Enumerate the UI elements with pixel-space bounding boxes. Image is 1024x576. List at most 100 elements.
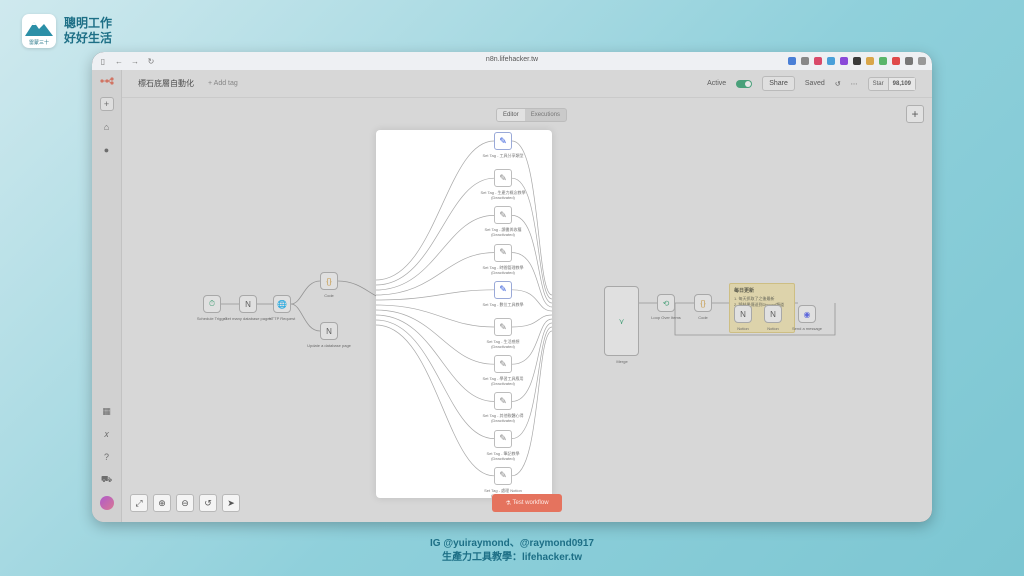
workflow-header: 標石底層自動化 + Add tag Active Share Saved ↺ ⋯…: [122, 70, 932, 98]
discord-node[interactable]: ◉: [798, 305, 816, 323]
variables-icon[interactable]: 𝑥: [100, 427, 114, 441]
cursor-icon[interactable]: ➤: [222, 494, 240, 512]
set-tag-title: Set Tag - 數位工具教學: [482, 301, 524, 307]
set-tag-node[interactable]: ✎: [494, 243, 512, 262]
set-tag-status: (Deactivated): [491, 344, 515, 349]
set-tag-label: Set Tag - 學習工具應用 (Deactivated): [473, 376, 533, 386]
set-tag-status: (Deactivated): [491, 269, 515, 275]
left-sidebar: + ⌂ ● ▦ 𝑥 ? ⛟: [92, 70, 122, 522]
test-workflow-button[interactable]: ⚗ Test workflow: [492, 494, 562, 512]
home-icon[interactable]: ⌂: [100, 120, 114, 134]
saved-label: Saved: [804, 80, 825, 87]
n8n-app: + ⌂ ● ▦ 𝑥 ? ⛟ 標石底層自動化 + Add tag Active S…: [92, 70, 932, 522]
sidebar-toggle-icon[interactable]: ▯: [98, 56, 108, 66]
brand-line-2: 好好生活: [64, 31, 113, 45]
brand-logo-text: 雷蒙三十: [28, 40, 49, 46]
add-icon[interactable]: +: [99, 97, 114, 111]
extension-icon[interactable]: [918, 57, 926, 65]
n8n-logo-icon[interactable]: [99, 74, 114, 88]
brand-line-1: 聰明工作: [64, 16, 113, 30]
http-request-label: HTTP Request: [268, 316, 296, 321]
extension-icon[interactable]: [788, 57, 796, 65]
flask-icon: ⚗: [505, 500, 513, 507]
set-tag-node[interactable]: ✎: [494, 206, 512, 225]
extension-icon[interactable]: [827, 57, 835, 65]
merge-node[interactable]: ⋎: [604, 286, 639, 356]
set-tag-label: Set Tag - 其他軟體心得 (Deactivated): [473, 413, 533, 423]
set-tag-node[interactable]: ✎: [494, 132, 512, 150]
more-icon[interactable]: ⋯: [851, 80, 858, 88]
extension-icon[interactable]: [840, 57, 848, 65]
extension-icon[interactable]: [801, 57, 809, 65]
set-tag-label: Set Tag - 數位工具教學: [473, 302, 533, 307]
history-icon[interactable]: ↺: [835, 80, 841, 88]
templates-icon[interactable]: ▦: [100, 404, 114, 418]
panel-connections: [376, 140, 552, 477]
code-label: Code: [324, 293, 334, 298]
set-tag-node[interactable]: ✎: [494, 169, 512, 188]
set-tag-node[interactable]: ✎: [494, 355, 512, 374]
back-icon[interactable]: ←: [114, 56, 124, 66]
set-tag-label: Set Tag - 筆記教學 (Deactivated): [473, 451, 533, 461]
test-workflow-label: Test workflow: [512, 500, 549, 506]
github-star-button[interactable]: Star 98,109: [867, 76, 916, 91]
extension-icon[interactable]: [905, 57, 913, 65]
workflow-title[interactable]: 標石底層自動化: [138, 78, 194, 89]
notion-node-b[interactable]: N: [764, 305, 782, 323]
set-tag-status: (Deactivated): [491, 455, 515, 461]
url-text[interactable]: n8n.lifehacker.tw: [486, 56, 538, 63]
schedule-trigger-node[interactable]: ⏱: [203, 295, 221, 313]
notion-update-node[interactable]: N: [320, 322, 338, 340]
extension-icon[interactable]: [866, 57, 874, 65]
star-count: 98,109: [887, 77, 915, 90]
fit-view-icon[interactable]: ⤢: [130, 494, 148, 512]
extension-icons: [788, 57, 926, 65]
set-tag-label: Set Tag - 讀書與收穫 (Deactivated): [473, 227, 533, 237]
extension-icon[interactable]: [892, 57, 900, 65]
loop-node[interactable]: ⟲: [657, 294, 675, 312]
extension-icon[interactable]: [814, 57, 822, 65]
set-tag-label: Set Tag - 生產力概念教學 (Deactivated): [473, 190, 533, 200]
reset-zoom-icon[interactable]: ↺: [199, 494, 217, 512]
active-toggle[interactable]: [736, 79, 753, 88]
set-tag-node[interactable]: ✎: [494, 280, 512, 299]
code-node-2[interactable]: {}: [694, 294, 712, 312]
code-node[interactable]: {}: [320, 272, 338, 290]
browser-window: ▯ ← → ↻ n8n.lifehacker.tw + ⌂ ● ▦ 𝑥 ? ⛟ …: [92, 52, 932, 522]
set-tag-node[interactable]: ✎: [494, 429, 512, 448]
set-tag-node[interactable]: ✎: [494, 318, 512, 336]
forward-icon[interactable]: →: [130, 56, 140, 66]
brand: 雷蒙三十 聰明工作 好好生活: [22, 14, 112, 48]
footer: IG @yuiraymond、@raymond0917 生產力工具教學：life…: [0, 537, 1024, 565]
active-label: Active: [707, 80, 727, 87]
set-tag-node[interactable]: ✎: [494, 466, 512, 485]
help-icon[interactable]: ?: [100, 450, 114, 464]
canvas-controls: ⤢ ⊕ ⊖ ↺ ➤: [130, 494, 240, 512]
notion-update-label: Update a database page: [307, 343, 351, 348]
set-tag-label: Set Tag - 時間管理教學 (Deactivated): [473, 265, 533, 275]
zoom-out-icon[interactable]: ⊖: [176, 494, 194, 512]
set-tag-node[interactable]: ✎: [494, 392, 512, 411]
extension-icon[interactable]: [853, 57, 861, 65]
set-tag-status: (Deactivated): [491, 195, 515, 201]
updates-icon[interactable]: ⛟: [100, 473, 114, 487]
extension-icon[interactable]: [879, 57, 887, 65]
footer-line-1: IG @yuiraymond、@raymond0917: [430, 538, 594, 549]
get-pages-node[interactable]: N: [239, 295, 257, 313]
add-tag-button[interactable]: + Add tag: [208, 80, 238, 87]
set-tag-label: Set Tag - 生活感想 (Deactivated): [473, 339, 533, 349]
avatar[interactable]: [99, 496, 114, 510]
code-2-label: Code: [698, 315, 708, 320]
user-icon[interactable]: ●: [100, 143, 114, 157]
set-tag-title: Set Tag - 工具分享類型: [482, 153, 524, 158]
footer-line-2: 生產力工具教學：lifehacker.tw: [441, 552, 583, 563]
share-button[interactable]: Share: [762, 76, 795, 91]
sticky-title: 每日更新: [734, 288, 755, 294]
header-actions: Active Share Saved ↺ ⋯ Star 98,109: [707, 76, 916, 91]
notion-node-a[interactable]: N: [734, 305, 752, 323]
zoom-in-icon[interactable]: ⊕: [153, 494, 171, 512]
http-request-node[interactable]: 🌐: [273, 295, 291, 313]
sidebar-bottom: ▦ 𝑥 ? ⛟: [99, 404, 114, 510]
reload-icon[interactable]: ↻: [146, 56, 156, 66]
brand-logo: 雷蒙三十: [22, 14, 56, 48]
